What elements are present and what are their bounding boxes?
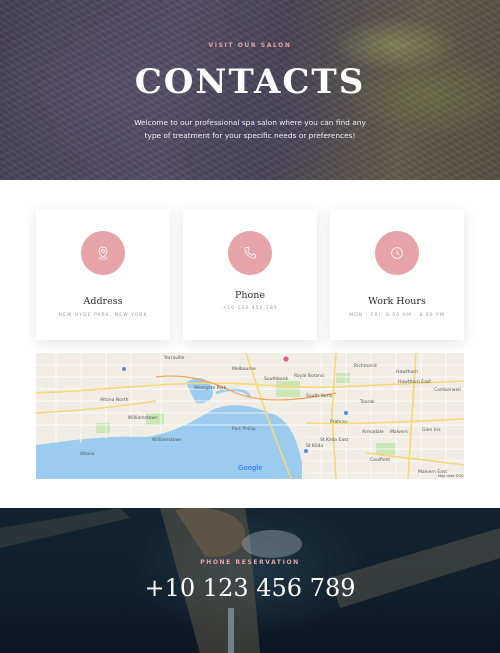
svg-text:Altona North: Altona North [100,397,129,403]
svg-text:Prahran: Prahran [330,419,348,425]
map-canvas[interactable]: Yarraville Melbourne Southbank Royal Bot… [36,353,464,479]
phone-icon [228,231,272,275]
svg-text:Williamstown: Williamstown [128,415,158,421]
phone-card: Phone +10 123 456 789 [183,209,317,340]
svg-text:Westgate Park: Westgate Park [194,385,227,391]
svg-text:Hawthorn East: Hawthorn East [398,379,431,385]
google-logo: Google [238,465,262,472]
svg-text:Camberwell: Camberwell [434,387,461,393]
svg-text:Altona: Altona [80,451,95,457]
hero-description: Welcome to our professional spa salon wh… [134,118,366,140]
svg-text:Malvern: Malvern [390,429,408,435]
svg-text:Richmond: Richmond [354,363,377,369]
svg-text:Armadale: Armadale [362,429,384,435]
map-pin-icon [81,231,125,275]
hero-subtitle: VISIT OUR SALON [208,42,292,49]
phone-title: Phone [235,290,265,301]
work-hours-card: Work Hours MON - FRI: 8.00 AM - 8.00 PM [330,209,464,340]
address-text: NEW HYDE PARK, NEW YORK [58,313,148,318]
svg-text:Southbank: Southbank [264,376,289,382]
svg-text:Caulfield: Caulfield [370,457,390,463]
svg-text:Royal Botanic: Royal Botanic [294,373,325,379]
page-title: CONTACTS [134,62,366,102]
work-hours-text: MON - FRI: 8.00 AM - 8.00 PM [349,313,445,318]
phone-reservation-number[interactable]: +10 123 456 789 [0,574,500,602]
svg-text:Port Phillip: Port Phillip [232,426,256,432]
svg-text:Williamstown: Williamstown [152,437,182,443]
svg-text:Yarraville: Yarraville [163,355,185,361]
hero-section: VISIT OUR SALON CONTACTS Welcome to our … [0,0,500,180]
svg-text:Toorak: Toorak [359,399,375,405]
work-hours-title: Work Hours [368,296,426,307]
address-title: Address [83,296,123,307]
map-data-notice: Map data ©2019 [438,474,464,478]
svg-text:St Kilda East: St Kilda East [320,437,348,443]
svg-text:Glen Iris: Glen Iris [422,427,441,433]
svg-text:South Yarra: South Yarra [306,393,332,399]
location-map[interactable]: Yarraville Melbourne Southbank Royal Bot… [36,353,464,479]
phone-reservation-section: PHONE RESERVATION +10 123 456 789 [0,508,500,653]
svg-text:Hawthorn: Hawthorn [396,369,418,375]
phone-text: +10 123 456 789 [222,306,278,311]
address-card: Address NEW HYDE PARK, NEW YORK [36,209,170,340]
phone-reservation-subtitle: PHONE RESERVATION [200,559,300,566]
svg-text:St Kilda: St Kilda [306,443,323,449]
svg-text:Melbourne: Melbourne [232,366,256,372]
clock-icon [375,231,419,275]
